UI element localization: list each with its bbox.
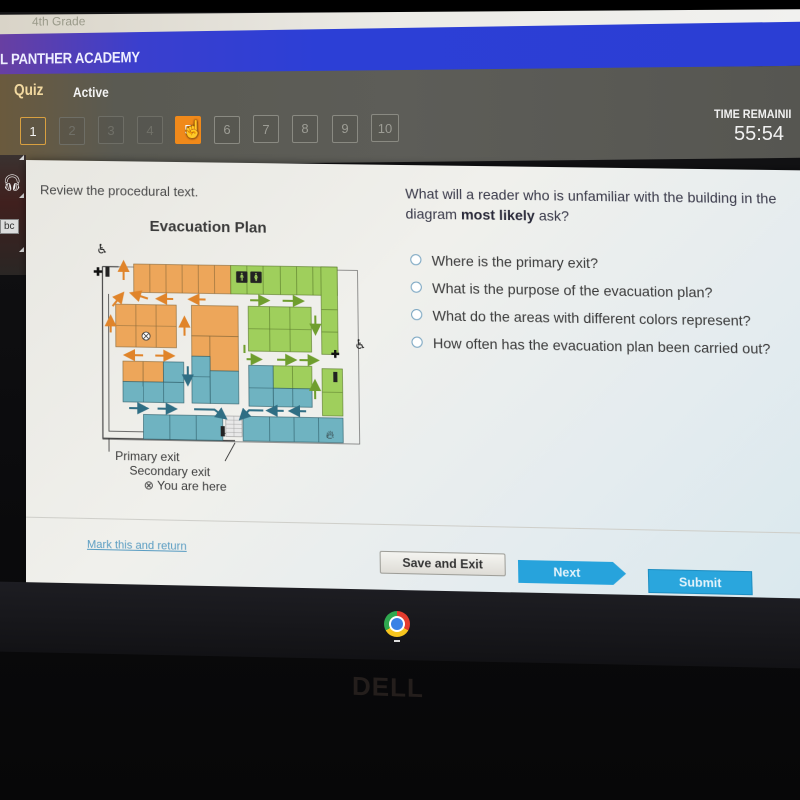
question-nav-button[interactable]: 7 <box>253 115 279 144</box>
legend-secondary-exit: Secondary exit <box>129 463 211 480</box>
running-app-indicator <box>394 640 400 642</box>
option-label[interactable]: Where is the primary exit? <box>432 252 599 271</box>
question-number: 3 <box>107 122 115 138</box>
radio-button[interactable] <box>410 308 423 321</box>
radio-button[interactable] <box>411 336 423 348</box>
fire-alarm-icon: 🔥︎ <box>326 429 334 441</box>
headphones-icon[interactable]: 🎧︎ <box>2 173 22 193</box>
answer-options: Where is the primary exit? What is the p… <box>410 246 771 362</box>
quiz-status: Active <box>73 84 109 100</box>
wheelchair-icon: ♿︎ <box>96 241 108 256</box>
question-nav-button[interactable]: 2 <box>59 116 85 145</box>
legend-you-are-here: ⊗ You are here <box>143 477 227 494</box>
question-number: 1 <box>29 123 37 139</box>
submit-button[interactable]: Submit <box>647 568 753 596</box>
radio-button[interactable] <box>410 281 422 293</box>
option-label[interactable]: What do the areas with different colors … <box>432 307 751 329</box>
fire-extinguisher-icon <box>105 266 110 277</box>
tool-corner-marker <box>19 247 24 252</box>
question-emphasis: most likely <box>460 206 535 224</box>
question-text-end: ask? <box>534 207 570 224</box>
timer-label: TIME REMAINII <box>714 107 792 121</box>
question-nav-button[interactable]: 4 <box>137 116 163 145</box>
evacuation-plan-diagram: ♿︎ ♿︎ ✚ ✚ 🚹︎ 🚺︎ 🔥︎ <box>82 233 378 467</box>
tool-corner-marker <box>19 155 24 160</box>
question-number: 4 <box>146 122 154 138</box>
wheelchair-icon: ♿︎ <box>354 337 366 353</box>
footer-divider <box>26 516 800 534</box>
question-nav-button[interactable]: 10 <box>371 114 399 143</box>
question-number: 2 <box>68 123 76 139</box>
question-nav-button[interactable]: 9 <box>332 114 358 143</box>
question-number: 6 <box>223 122 231 137</box>
mark-and-return-link[interactable]: Mark this and return <box>87 538 187 552</box>
side-toolbar: 🎧︎ bc <box>0 155 26 275</box>
restroom-women-icon: 🚺︎ <box>249 271 263 284</box>
question-number: 10 <box>377 120 393 136</box>
question-number: 8 <box>301 121 309 137</box>
first-aid-icon: ✚ <box>331 349 340 360</box>
question-text: What will a reader who is unfamiliar wit… <box>405 183 795 229</box>
instruction-text: Review the procedural text. <box>40 182 199 200</box>
option-label[interactable]: What is the purpose of the evacuation pl… <box>432 279 713 300</box>
question-nav-button[interactable]: 5 ☝ <box>175 115 204 144</box>
brand-title: L PANTHER ACADEMY <box>0 49 140 69</box>
question-number: 9 <box>341 121 349 137</box>
fire-extinguisher-icon <box>333 371 338 383</box>
dictionary-icon[interactable]: bc <box>0 219 19 234</box>
question-nav-button[interactable]: 8 <box>292 114 318 143</box>
tool-corner-marker <box>19 193 24 198</box>
question-number: 7 <box>262 121 270 137</box>
radio-button[interactable] <box>410 254 422 266</box>
question-nav-button[interactable]: 1 <box>20 117 46 145</box>
restroom-men-icon: 🚹︎ <box>235 271 249 284</box>
diagram-legend: Primary exit Secondary exit ⊗ You are he… <box>115 449 227 494</box>
quiz-label: Quiz <box>14 82 44 99</box>
question-nav-button[interactable]: 3 <box>98 116 124 145</box>
chrome-icon[interactable] <box>384 611 410 637</box>
save-and-exit-button[interactable]: Save and Exit <box>379 550 506 577</box>
next-button[interactable]: Next <box>518 560 626 585</box>
hand-cursor-icon: ☝ <box>182 119 204 139</box>
answer-option[interactable]: How often has the evacuation plan been c… <box>411 328 771 362</box>
option-label[interactable]: How often has the evacuation plan been c… <box>433 334 771 356</box>
timer-value: 55:54 <box>734 123 785 145</box>
question-nav-button[interactable]: 6 <box>214 115 240 144</box>
browser-tab-label[interactable]: 4th Grade <box>32 14 85 28</box>
first-aid-icon: ✚ <box>93 266 102 278</box>
fire-extinguisher-icon <box>220 426 225 437</box>
dell-logo: DELL <box>352 670 424 704</box>
photo-frame: 4th Grade L PANTHER ACADEMY Quiz Active … <box>0 0 800 800</box>
question-panel: Review the procedural text. Evacuation P… <box>26 160 800 615</box>
